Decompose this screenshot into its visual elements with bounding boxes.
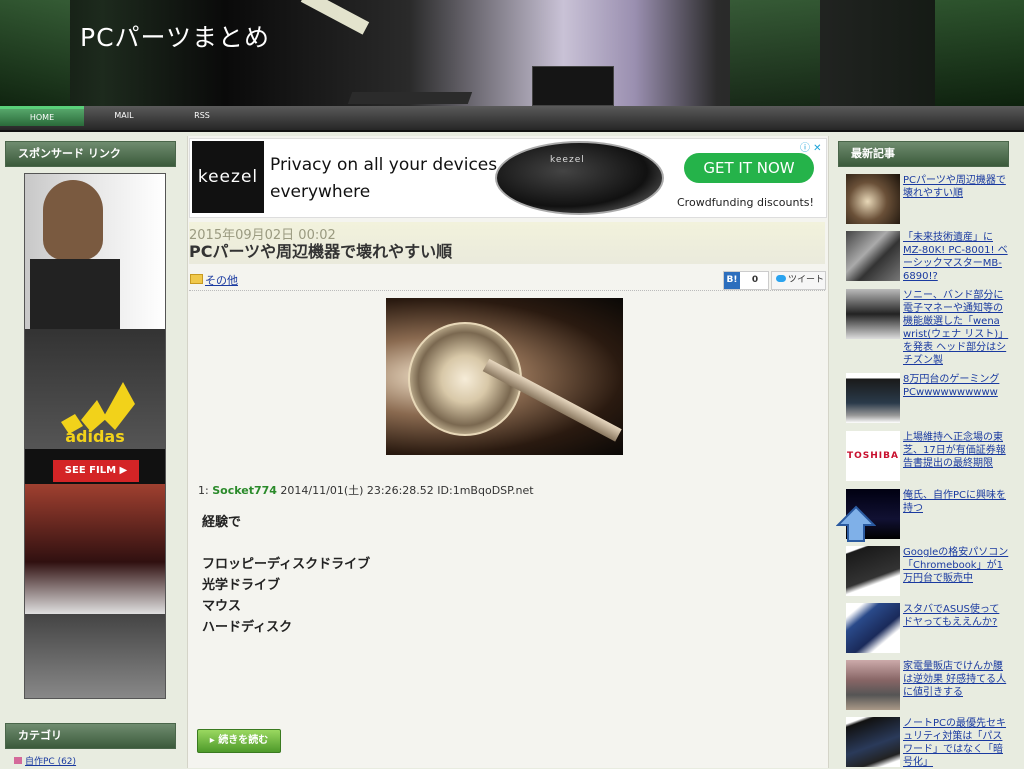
folder-icon — [190, 274, 203, 284]
adchoices-icon[interactable]: ⓘ ✕ — [800, 139, 822, 154]
recent-post-thumb — [846, 231, 900, 281]
header-decoration — [300, 0, 370, 35]
adidas-ad[interactable]: adidas SEE FILM ▶ — [24, 173, 166, 699]
ad-photo — [25, 614, 165, 698]
category-heading: カテゴリ — [5, 723, 176, 749]
recent-post-item[interactable]: TOSHIBA 上場維持へ正念場の東芝、17日が有価証券報告書提出の最終期限 — [846, 431, 1016, 483]
hatena-count: 0 — [751, 275, 759, 285]
recent-post-title[interactable]: Googleの格安パソコン「Chromebook」が1万円台で販売中 — [903, 546, 1009, 585]
toshiba-thumb: TOSHIBA — [846, 431, 900, 481]
keezel-logo: keezel — [192, 141, 264, 213]
banner-subtext: Crowdfunding discounts! — [677, 196, 814, 209]
folder-icon — [14, 757, 22, 764]
category-link[interactable]: 自作PC (62) — [14, 754, 76, 767]
nav-rss[interactable]: RSS — [164, 106, 240, 126]
post-category-link[interactable]: その他 — [205, 272, 238, 288]
svg-text:adidas: adidas — [65, 427, 125, 444]
twitter-icon — [776, 275, 786, 282]
tweet-button[interactable]: ツイート — [771, 271, 826, 290]
recent-post-title[interactable]: スタバでASUS使ってドヤってもええんか? — [903, 603, 1009, 629]
device-label: keezel — [550, 155, 585, 165]
recent-post-item[interactable]: スタバでASUS使ってドヤってもええんか? — [846, 603, 1016, 655]
nav-home[interactable]: HOME — [0, 106, 84, 126]
recent-post-title[interactable]: ソニー、バンド部分に電子マネーや通知等の機能厳選した「wena wrist(ウェ… — [903, 289, 1009, 367]
nav-mail[interactable]: MAIL — [86, 106, 162, 126]
adidas-logo: adidas — [61, 382, 135, 444]
recent-post-thumb — [846, 717, 900, 767]
ad-player-photo — [43, 180, 103, 260]
header-keyboard-image — [347, 92, 473, 104]
header-decoration — [0, 0, 70, 106]
site-header: PCパーツまとめ — [0, 0, 1024, 106]
banner-headline: Privacy on all your devices, everywhere — [270, 155, 503, 202]
recent-post-thumb — [846, 660, 900, 710]
comment-header: 1: Socket774 2014/11/01(土) 23:26:28.52 I… — [198, 484, 534, 497]
recent-post-title[interactable]: 8万円台のゲーミングPCwwwwwwwwww — [903, 373, 1009, 399]
ad-photo — [25, 174, 165, 329]
recent-post-title[interactable]: ノートPCの最優先セキュリティ対策は「パスワード」ではなく「暗号化」 — [903, 717, 1009, 769]
recent-post-title[interactable]: 俺氏、自作PCに興味を持つ — [903, 489, 1009, 515]
recent-post-item[interactable]: 家電量販店でけんか腰は逆効果 好感持てる人に値引きする — [846, 660, 1016, 712]
get-it-now-button[interactable]: GET IT NOW — [684, 153, 814, 183]
recent-post-title[interactable]: PCパーツや周辺機器で壊れやすい順 — [903, 174, 1009, 200]
post-title[interactable]: PCパーツや周辺機器で壊れやすい順 — [189, 238, 452, 262]
hatena-bookmark-button[interactable]: B! 0 — [723, 271, 769, 290]
recent-post-item[interactable]: ノートPCの最優先セキュリティ対策は「パスワード」ではなく「暗号化」 — [846, 717, 1016, 769]
recent-post-item[interactable]: ソニー、バンド部分に電子マネーや通知等の機能厳選した「wena wrist(ウェ… — [846, 289, 1016, 367]
recent-post-title[interactable]: 「未来技術遺産」にMZ-80K! PC-8001! ベーシックマスターMB-68… — [903, 231, 1009, 283]
hard-disk-photo — [386, 298, 623, 455]
keezel-device-image — [495, 141, 664, 215]
nav-bar: HOME MAIL RSS — [0, 106, 1024, 132]
comment-author: Socket774 — [212, 484, 277, 497]
site-title[interactable]: PCパーツまとめ — [80, 18, 270, 54]
recent-posts-heading: 最新記事 — [838, 141, 1009, 167]
recent-post-title[interactable]: 家電量販店でけんか腰は逆効果 好感持てる人に値引きする — [903, 660, 1009, 699]
header-pc-image — [532, 66, 614, 106]
keezel-banner-ad[interactable]: keezel Privacy on all your devices, ever… — [189, 138, 827, 218]
recent-post-item[interactable]: 8万円台のゲーミングPCwwwwwwwwww — [846, 373, 1016, 425]
hatena-icon: B! — [724, 272, 740, 289]
recent-post-thumb — [846, 373, 900, 423]
header-decoration — [730, 0, 820, 106]
recent-post-item[interactable]: 「未来技術遺産」にMZ-80K! PC-8001! ベーシックマスターMB-68… — [846, 231, 1016, 283]
ad-player-photo — [30, 259, 120, 329]
recent-post-thumb — [846, 174, 900, 224]
comment-body: 経験で フロッピーディスクドライブ 光学ドライブ マウス ハードディスク — [202, 515, 371, 635]
read-more-button[interactable]: ▸ 続きを読む — [197, 729, 281, 753]
see-film-button[interactable]: SEE FILM ▶ — [53, 460, 139, 482]
ad-photo — [25, 484, 165, 614]
recent-post-thumb — [846, 289, 900, 339]
recent-post-title[interactable]: 上場維持へ正念場の東芝、17日が有価証券報告書提出の最終期限 — [903, 431, 1009, 470]
recent-post-thumb — [846, 546, 900, 596]
scroll-to-top-icon[interactable] — [836, 505, 876, 543]
comment-meta: 2014/11/01(土) 23:26:28.52 ID:1mBqoDSP.ne… — [280, 484, 534, 497]
sponsor-heading: スポンサード リンク — [5, 141, 176, 167]
recent-post-item[interactable]: PCパーツや周辺機器で壊れやすい順 — [846, 174, 1016, 226]
recent-post-thumb — [846, 603, 900, 653]
header-decoration — [935, 0, 1024, 106]
recent-post-item[interactable]: Googleの格安パソコン「Chromebook」が1万円台で販売中 — [846, 546, 1016, 598]
